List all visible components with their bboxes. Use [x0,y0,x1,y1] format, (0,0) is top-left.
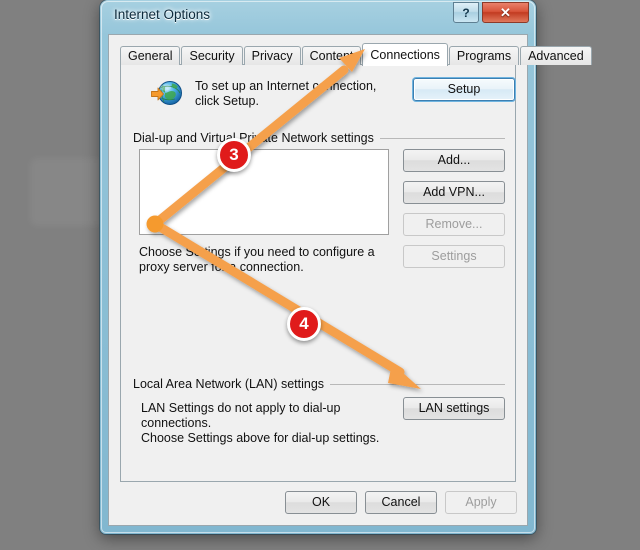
lan-description: LAN Settings do not apply to dial-up con… [141,401,396,446]
cancel-button[interactable]: Cancel [365,491,437,514]
lan-group-caption: Local Area Network (LAN) settings [133,377,505,391]
settings-button: Settings [403,245,505,268]
window-title: Internet Options [114,7,211,22]
tab-connections[interactable]: Connections [362,43,448,66]
tab-strip: General Security Privacy Content Connect… [120,43,593,66]
lan-description-line1: LAN Settings do not apply to dial-up con… [141,401,341,430]
dialog-client-area: General Security Privacy Content Connect… [108,34,592,526]
help-icon[interactable]: ? [453,2,479,23]
tab-advanced[interactable]: Advanced [520,46,592,65]
setup-section: To set up an Internet connection, click … [131,77,515,119]
remove-button: Remove... [403,213,505,236]
lan-group-caption-label: Local Area Network (LAN) settings [133,377,325,391]
dialup-group-caption: Dial-up and Virtual Private Network sett… [133,131,505,145]
tab-content[interactable]: Content [301,46,362,65]
step-badge-3: 3 [217,138,251,172]
setup-description: To set up an Internet connection, click … [195,79,377,108]
lan-description-line2: Choose Settings above for dial-up settin… [141,431,380,445]
dialup-button-column: Add... Add VPN... Remove... Settings [403,149,505,277]
window-titlebar: Internet Options ? ✕ [100,0,536,34]
apply-button: Apply [445,491,517,514]
add-button[interactable]: Add... [403,149,505,172]
dialup-group-caption-label: Dial-up and Virtual Private Network sett… [133,131,374,145]
tab-programs[interactable]: Programs [448,46,520,65]
tab-general[interactable]: General [120,46,181,65]
add-vpn-button[interactable]: Add VPN... [403,181,505,204]
dialup-group-rule [379,137,505,139]
lan-group-rule [330,383,505,385]
dialog-button-bar: OK Cancel Apply [285,491,517,514]
proxy-description: Choose Settings if you need to configure… [139,245,375,274]
step-badge-4: 4 [287,307,321,341]
setup-button[interactable]: Setup [413,78,515,101]
ok-button[interactable]: OK [285,491,357,514]
globe-with-arrow-icon [151,79,183,109]
connections-listbox[interactable] [139,149,389,235]
internet-options-window: Internet Options ? ✕ General Security Pr… [100,0,592,534]
lan-settings-button[interactable]: LAN settings [403,397,505,420]
tab-privacy[interactable]: Privacy [243,46,301,65]
tab-security[interactable]: Security [181,46,243,65]
close-icon[interactable]: ✕ [482,2,529,23]
connections-tab-page: To set up an Internet connection, click … [120,64,516,482]
